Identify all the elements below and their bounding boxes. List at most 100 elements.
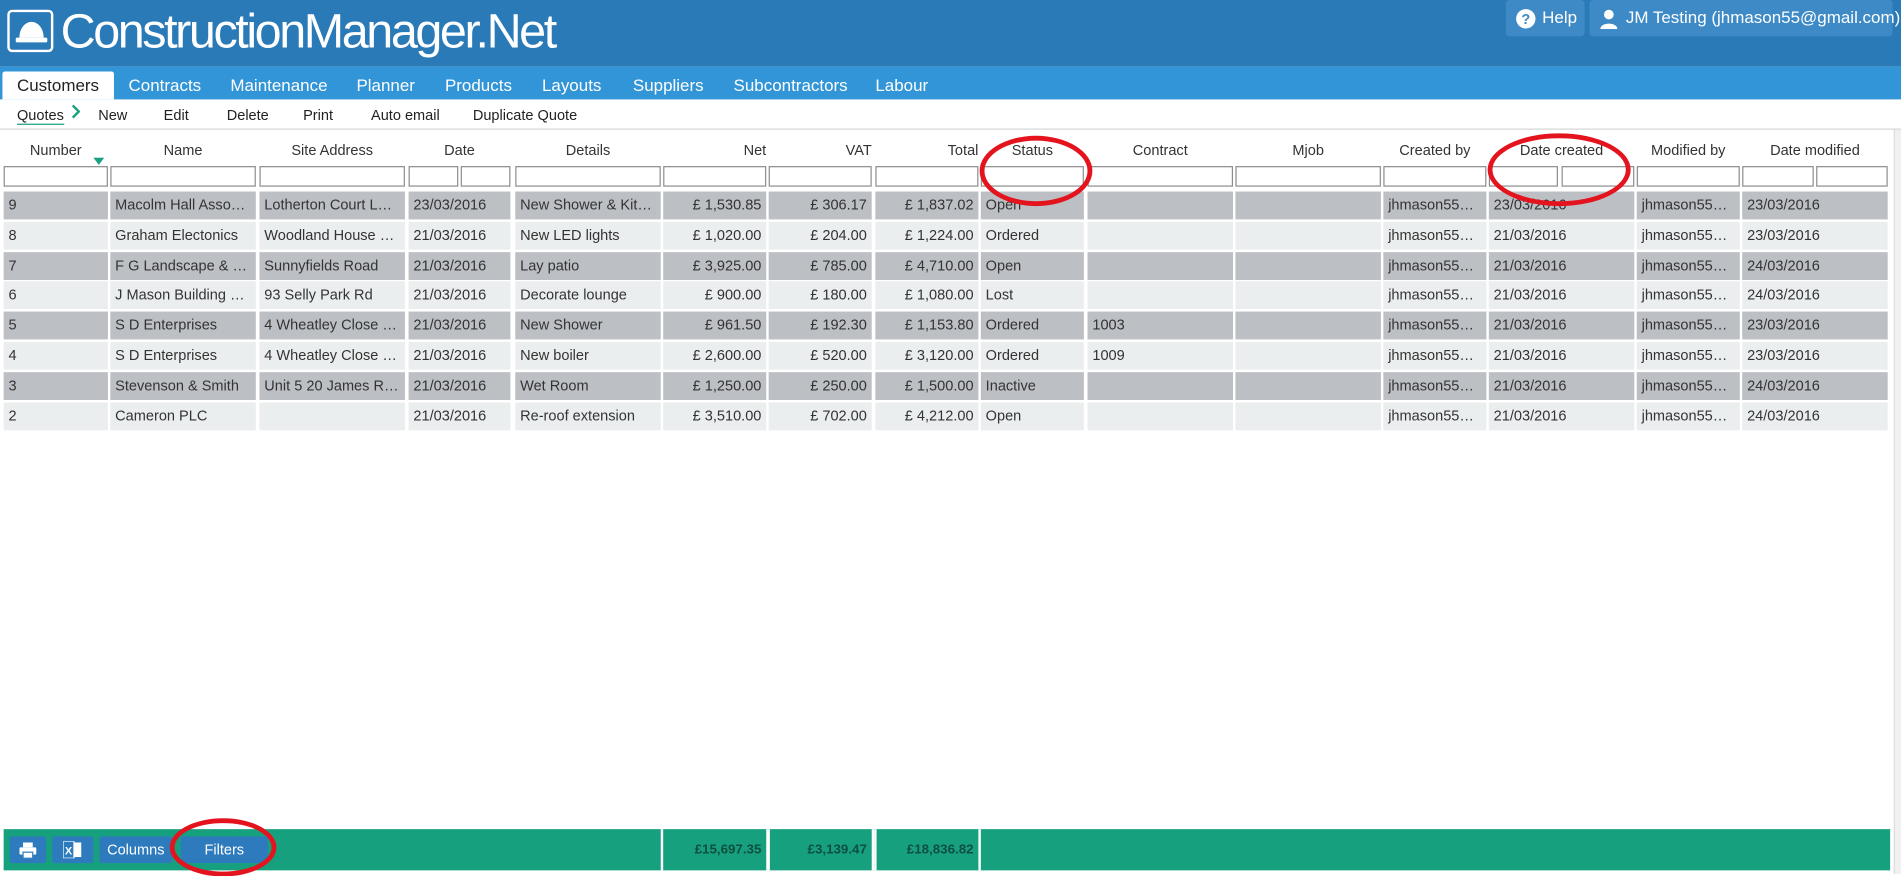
cell-modified-by: jhmason55… bbox=[1636, 401, 1740, 430]
new-button[interactable]: New bbox=[98, 107, 127, 124]
filter-total-input[interactable] bbox=[875, 166, 979, 187]
cell-modified-by: jhmason55… bbox=[1636, 371, 1740, 400]
column-header-mjob[interactable]: Mjob bbox=[1235, 142, 1380, 164]
filter-contract-input[interactable] bbox=[1087, 166, 1234, 187]
cell-date-modified: 23/03/2016 bbox=[1742, 311, 1888, 340]
filter-date-to-input[interactable] bbox=[460, 166, 511, 187]
user-label: JM Testing (jhmason55@gmail.com) bbox=[1625, 7, 1901, 27]
highlight-ring-filters bbox=[169, 818, 277, 876]
cell-vat: £ 180.00 bbox=[768, 281, 872, 310]
filter-created-by-input[interactable] bbox=[1383, 166, 1487, 187]
cell-total: £ 1,153.80 bbox=[875, 311, 979, 340]
cell-name: F G Landscape & D… bbox=[110, 251, 256, 280]
cell-name: S D Enterprises bbox=[110, 341, 256, 370]
cell-date-modified: 24/03/2016 bbox=[1742, 371, 1888, 400]
column-header-created-by[interactable]: Created by bbox=[1383, 142, 1486, 164]
tab-layouts[interactable]: Layouts bbox=[527, 72, 616, 100]
cell-net: £ 2,600.00 bbox=[663, 341, 767, 370]
cell-date-created: 21/03/2016 bbox=[1488, 281, 1635, 310]
column-header-contract[interactable]: Contract bbox=[1088, 142, 1233, 164]
table-row[interactable]: 3 Stevenson & Smith Unit 5 20 James R… 21/0… bbox=[3, 371, 1890, 400]
app-header: ConstructionManager.Net ? Help JM Testin… bbox=[0, 0, 1901, 67]
cell-site-address bbox=[259, 401, 405, 430]
cell-vat: £ 785.00 bbox=[768, 251, 872, 280]
printer-icon[interactable] bbox=[9, 836, 47, 864]
cell-details: New Shower & Kitc… bbox=[515, 191, 661, 220]
cell-net: £ 1,250.00 bbox=[663, 371, 767, 400]
column-header-modified-by[interactable]: Modified by bbox=[1637, 142, 1740, 164]
cell-mjob bbox=[1235, 311, 1381, 340]
excel-icon[interactable]: X bbox=[52, 836, 94, 864]
column-header-number[interactable]: Number bbox=[4, 142, 108, 164]
cell-details: Wet Room bbox=[515, 371, 661, 400]
user-account-button[interactable]: JM Testing (jhmason55@gmail.com) bbox=[1589, 0, 1900, 37]
column-header-vat[interactable]: VAT bbox=[769, 142, 872, 164]
table-row[interactable]: 4S D Enterprises 4 Wheatley Close B… 21/03… bbox=[3, 341, 1890, 370]
filter-date-modified-from-input[interactable] bbox=[1742, 166, 1814, 187]
cell-site-address: 4 Wheatley Close B… bbox=[259, 311, 405, 340]
filter-vat-input[interactable] bbox=[768, 166, 872, 187]
tab-products[interactable]: Products bbox=[430, 72, 526, 100]
column-header-name[interactable]: Name bbox=[110, 142, 255, 164]
cell-net: £ 900.00 bbox=[663, 281, 767, 310]
tab-planner[interactable]: Planner bbox=[342, 72, 430, 100]
tab-suppliers[interactable]: Suppliers bbox=[618, 72, 718, 100]
column-header-total[interactable]: Total bbox=[875, 142, 979, 164]
filter-name-input[interactable] bbox=[110, 166, 256, 187]
table-row[interactable]: 5S D Enterprises 4 Wheatley Close B… 21/03… bbox=[3, 311, 1890, 340]
filter-mjob-input[interactable] bbox=[1235, 166, 1381, 187]
cell-date-created: 21/03/2016 bbox=[1488, 401, 1635, 430]
highlight-ring-status bbox=[979, 135, 1093, 207]
cell-date-modified: 23/03/2016 bbox=[1742, 191, 1888, 220]
column-header-site-address[interactable]: Site Address bbox=[259, 142, 404, 164]
cell-created-by: jhmason55… bbox=[1383, 341, 1487, 370]
tab-labour[interactable]: Labour bbox=[861, 72, 943, 100]
cell-vat: £ 306.17 bbox=[768, 191, 872, 220]
filter-number-input[interactable] bbox=[3, 166, 108, 187]
filter-site-address-input[interactable] bbox=[259, 166, 405, 187]
filter-date-modified-to-input[interactable] bbox=[1816, 166, 1888, 187]
column-header-details[interactable]: Details bbox=[515, 142, 660, 164]
duplicate-quote-button[interactable]: Duplicate Quote bbox=[473, 107, 577, 124]
column-header-date[interactable]: Date bbox=[409, 142, 511, 164]
vertical-scrollbar[interactable] bbox=[1893, 129, 1901, 874]
filter-modified-by-input[interactable] bbox=[1636, 166, 1740, 187]
help-button[interactable]: ? Help bbox=[1505, 0, 1585, 37]
tab-contracts[interactable]: Contracts bbox=[114, 72, 216, 100]
cell-created-by: jhmason55… bbox=[1383, 371, 1487, 400]
cell-contract bbox=[1087, 371, 1234, 400]
cell-net: £ 1,020.00 bbox=[663, 221, 767, 250]
table-row[interactable]: 2 Cameron PLC 21/03/2016 Re-roof extension £… bbox=[3, 401, 1890, 430]
cell-date: 21/03/2016 bbox=[408, 341, 511, 370]
vat-total: £3,139.47 bbox=[767, 829, 875, 871]
print-button[interactable]: Print bbox=[303, 107, 333, 124]
cell-net: £ 3,925.00 bbox=[663, 251, 767, 280]
cell-name: S D Enterprises bbox=[110, 311, 256, 340]
cell-date: 21/03/2016 bbox=[408, 281, 511, 310]
cell-date: 21/03/2016 bbox=[408, 251, 511, 280]
cell-created-by: jhmason55… bbox=[1383, 251, 1487, 280]
edit-button[interactable]: Edit bbox=[164, 107, 189, 124]
columns-button[interactable]: Columns bbox=[99, 836, 173, 864]
cell-modified-by: jhmason55… bbox=[1636, 341, 1740, 370]
tab-maintenance[interactable]: Maintenance bbox=[216, 72, 342, 100]
table-row[interactable]: 8 Graham Electonics Woodland House 2… 21/03… bbox=[3, 221, 1890, 250]
breadcrumb-quotes[interactable]: Quotes bbox=[16, 107, 64, 125]
column-header-date-modified[interactable]: Date modified bbox=[1742, 142, 1887, 164]
column-header-net[interactable]: Net bbox=[663, 142, 767, 164]
tab-subcontractors[interactable]: Subcontractors bbox=[719, 72, 862, 100]
filter-details-input[interactable] bbox=[515, 166, 661, 187]
tab-customers[interactable]: Customers bbox=[2, 71, 114, 100]
cell-date-modified: 23/03/2016 bbox=[1742, 221, 1888, 250]
cell-total: £ 3,120.00 bbox=[875, 341, 979, 370]
cell-date-modified: 24/03/2016 bbox=[1742, 281, 1888, 310]
delete-button[interactable]: Delete bbox=[227, 107, 269, 124]
filter-date-from-input[interactable] bbox=[408, 166, 459, 187]
auto-email-button[interactable]: Auto email bbox=[371, 107, 440, 124]
cell-date: 21/03/2016 bbox=[408, 311, 511, 340]
grid-footer: X Columns Filters £15,697.35 £3,139.47 £… bbox=[3, 829, 1891, 871]
table-row[interactable]: 7F G Landscape & D… Sunnyfields Road 21/03… bbox=[3, 251, 1890, 280]
filter-net-input[interactable] bbox=[663, 166, 767, 187]
cell-total: £ 1,500.00 bbox=[875, 371, 979, 400]
table-row[interactable]: 6J Mason Building P… 93 Selly Park Rd 21/0… bbox=[3, 281, 1890, 310]
